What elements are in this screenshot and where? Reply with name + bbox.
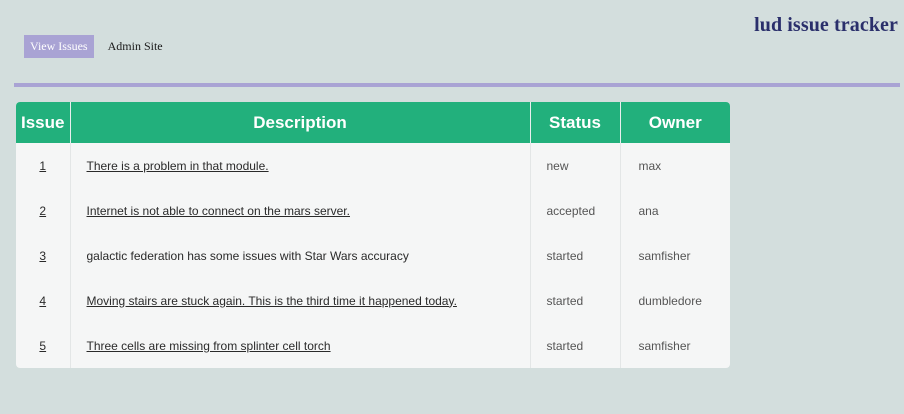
table-row: 1 There is a problem in that module. new… <box>16 143 730 188</box>
issue-description-link[interactable]: Moving stairs are stuck again. This is t… <box>87 294 457 308</box>
column-header-status[interactable]: Status <box>530 102 621 143</box>
column-header-description[interactable]: Description <box>70 102 531 143</box>
nav-bar: View Issues Admin Site <box>24 35 177 58</box>
issue-owner: ana <box>638 203 659 218</box>
issue-id-link[interactable]: 4 <box>39 294 46 308</box>
issue-description-link[interactable]: Three cells are missing from splinter ce… <box>87 339 331 353</box>
site-title: lud issue tracker <box>754 14 898 36</box>
issues-table: Issue Description Status Owner 1 There i… <box>16 102 730 368</box>
issue-status: started <box>530 278 621 323</box>
column-header-issue[interactable]: Issue <box>16 102 71 143</box>
issue-description-link[interactable]: Internet is not able to connect on the m… <box>87 204 350 218</box>
header-divider <box>14 83 900 87</box>
column-header-owner[interactable]: Owner <box>620 102 730 143</box>
tab-admin-site[interactable]: Admin Site <box>102 35 169 58</box>
issue-description-text: galactic federation has some issues with… <box>86 248 409 263</box>
table-row: 5 Three cells are missing from splinter … <box>16 323 730 368</box>
issue-status: started <box>530 233 621 278</box>
issue-status: accepted <box>530 188 621 233</box>
issue-status: started <box>530 323 621 368</box>
tab-view-issues[interactable]: View Issues <box>24 35 94 58</box>
table-row: 3 galactic federation has some issues wi… <box>16 233 730 278</box>
table-row: 4 Moving stairs are stuck again. This is… <box>16 278 730 323</box>
issue-id-link[interactable]: 3 <box>39 249 46 263</box>
issue-status: new <box>530 143 621 188</box>
issue-owner: max <box>638 158 662 173</box>
issue-owner: samfisher <box>638 248 691 263</box>
table-row: 2 Internet is not able to connect on the… <box>16 188 730 233</box>
issue-id-link[interactable]: 2 <box>39 204 46 218</box>
issue-id-link[interactable]: 1 <box>39 159 46 173</box>
issue-owner: samfisher <box>638 338 691 353</box>
issues-table-container: Issue Description Status Owner 1 There i… <box>16 102 730 368</box>
issue-id-link[interactable]: 5 <box>39 339 46 353</box>
issue-description-link[interactable]: There is a problem in that module. <box>87 159 269 173</box>
issue-owner: dumbledore <box>638 293 702 308</box>
table-header-row: Issue Description Status Owner <box>16 102 730 143</box>
